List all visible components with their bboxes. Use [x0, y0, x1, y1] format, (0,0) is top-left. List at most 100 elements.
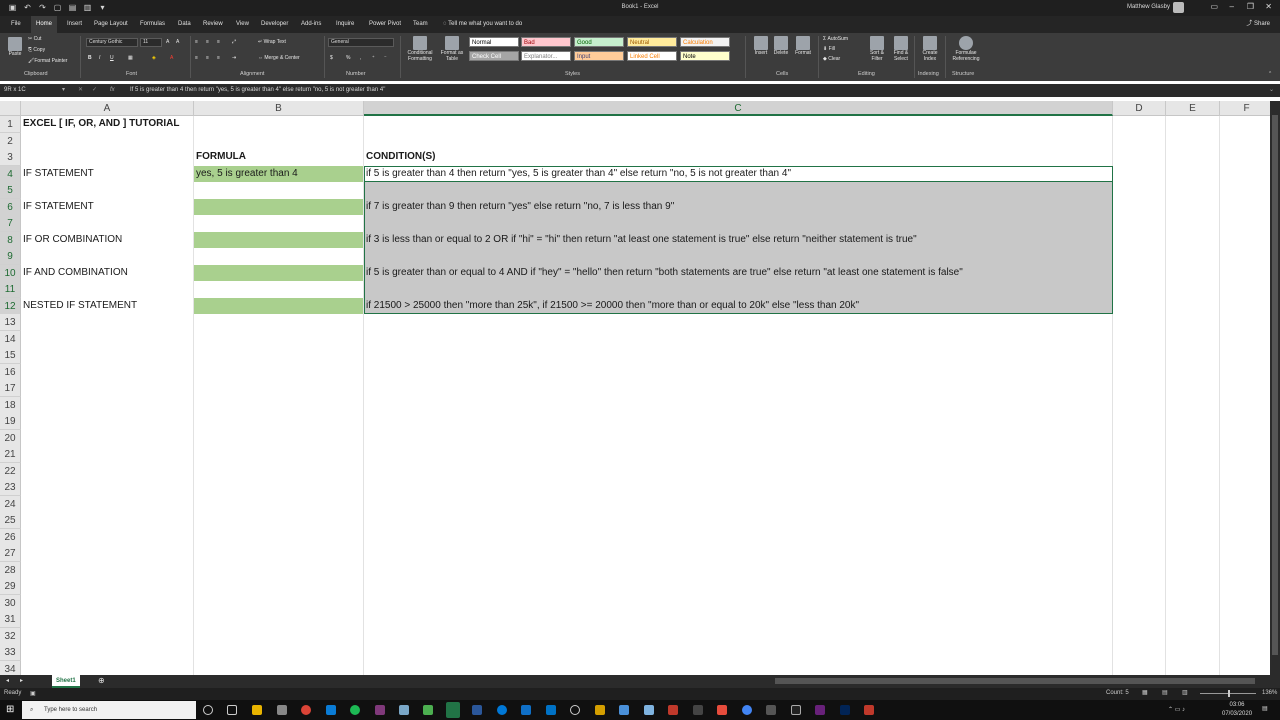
- name-box-dropdown-icon[interactable]: ▾: [62, 86, 65, 93]
- row-header-5[interactable]: 5: [0, 182, 21, 199]
- app-icon-8[interactable]: [717, 705, 727, 715]
- row-header-15[interactable]: 15: [0, 347, 21, 364]
- tab-team[interactable]: Team: [408, 16, 433, 33]
- new-sheet-icon[interactable]: ⊕: [98, 676, 105, 685]
- row-header-8[interactable]: 8: [0, 231, 21, 249]
- cell-style-explanator[interactable]: Explanator...: [521, 51, 571, 61]
- row-header-11[interactable]: 11: [0, 281, 21, 298]
- row-header-18[interactable]: 18: [0, 396, 21, 414]
- visual-studio-icon[interactable]: [815, 705, 825, 715]
- cortana-icon[interactable]: [203, 705, 213, 715]
- row-header-2[interactable]: 2: [0, 132, 21, 150]
- taskbar-search-box[interactable]: ⌕ Type here to search: [22, 701, 196, 719]
- row-header-29[interactable]: 29: [0, 578, 21, 595]
- column-header-e[interactable]: E: [1166, 101, 1220, 116]
- vertical-scroll-thumb[interactable]: [1272, 115, 1278, 655]
- column-header-b[interactable]: B: [194, 101, 364, 116]
- align-right-icon[interactable]: ≡: [217, 55, 220, 61]
- tab-developer[interactable]: Developer: [256, 16, 293, 33]
- cancel-icon[interactable]: ✕: [78, 86, 83, 93]
- mail-icon[interactable]: [546, 705, 556, 715]
- next-sheet-icon[interactable]: ▸: [20, 677, 23, 684]
- row-header-32[interactable]: 32: [0, 627, 21, 645]
- tab-review[interactable]: Review: [198, 16, 228, 33]
- cell-style-note[interactable]: Note: [680, 51, 730, 61]
- format-as-table-button[interactable]: Format as Table: [438, 36, 466, 62]
- horizontal-scrollbar[interactable]: [775, 678, 1255, 684]
- column-header-c[interactable]: C: [364, 101, 1113, 116]
- row-header-33[interactable]: 33: [0, 644, 21, 661]
- column-header-d[interactable]: D: [1113, 101, 1166, 116]
- cell-style-good[interactable]: Good: [574, 37, 624, 47]
- chrome-icon[interactable]: [301, 705, 311, 715]
- orientation-icon[interactable]: ⤢: [232, 39, 236, 45]
- spotify-icon[interactable]: [350, 705, 360, 715]
- clock[interactable]: 03:06 07/03/2020: [1222, 701, 1252, 719]
- find-select-button[interactable]: Find & Select: [890, 36, 912, 62]
- app-icon-3[interactable]: [595, 705, 605, 715]
- macro-record-icon[interactable]: ▣: [30, 690, 36, 697]
- app-icon-7[interactable]: [693, 705, 703, 715]
- row-header-13[interactable]: 13: [0, 314, 21, 331]
- chrome-icon-2[interactable]: [742, 705, 752, 715]
- edge-icon[interactable]: [497, 705, 507, 715]
- row-header-34[interactable]: 34: [0, 660, 21, 675]
- row-header-9[interactable]: 9: [0, 248, 21, 265]
- task-view-icon[interactable]: [227, 705, 237, 715]
- row-header-21[interactable]: 21: [0, 446, 21, 463]
- row-header-7[interactable]: 7: [0, 215, 21, 232]
- fill-button[interactable]: ⬇ Fill: [823, 46, 835, 52]
- row-header-30[interactable]: 30: [0, 594, 21, 612]
- currency-icon[interactable]: $: [330, 55, 333, 61]
- autosum-button[interactable]: Σ AutoSum: [823, 36, 848, 42]
- tab-formulas[interactable]: Formulas: [135, 16, 170, 33]
- tab-file[interactable]: File: [6, 16, 26, 33]
- row-header-26[interactable]: 26: [0, 528, 21, 546]
- number-format-select[interactable]: General: [328, 38, 394, 47]
- cell-c6[interactable]: if 7 is greater than 9 then return "yes"…: [364, 199, 674, 215]
- prev-sheet-icon[interactable]: ◂: [6, 677, 9, 684]
- windows-start-icon[interactable]: ⊞: [6, 704, 14, 715]
- tab-power-pivot[interactable]: Power Pivot: [364, 16, 406, 33]
- onenote-icon[interactable]: [375, 705, 385, 715]
- cell-a1-title[interactable]: EXCEL [ IF, OR, AND ] TUTORIAL: [21, 116, 179, 132]
- minimize-icon[interactable]: –: [1230, 2, 1234, 11]
- formulae-referencing-button[interactable]: Formulae Referencing: [948, 36, 984, 62]
- increase-decimal-icon[interactable]: ⁺: [372, 55, 375, 61]
- format-cells-button[interactable]: Format: [792, 36, 814, 56]
- row-header-22[interactable]: 22: [0, 462, 21, 480]
- cell-c3-header[interactable]: CONDITION(S): [364, 149, 435, 165]
- close-icon[interactable]: ✕: [1265, 2, 1272, 11]
- merge-center-button[interactable]: ⇔ Merge & Center: [258, 55, 300, 61]
- align-top-icon[interactable]: ≡: [195, 39, 198, 45]
- cell-a4[interactable]: IF STATEMENT: [21, 166, 94, 182]
- tab-view[interactable]: View: [231, 16, 254, 33]
- formula-input[interactable]: If 5 is greater than 4 then return "yes,…: [130, 86, 385, 95]
- calendar-icon[interactable]: [521, 705, 531, 715]
- select-all-corner[interactable]: [0, 101, 21, 116]
- page-break-view-icon[interactable]: ▥: [1182, 689, 1188, 696]
- tray-icons[interactable]: ⌃ ▭ ♪: [1168, 706, 1185, 713]
- tab-inquire[interactable]: Inquire: [331, 16, 359, 33]
- underline-icon[interactable]: U: [110, 55, 114, 61]
- user-name[interactable]: Matthew Glasby: [1127, 4, 1170, 10]
- shrink-font-icon[interactable]: A: [176, 39, 179, 45]
- notifications-icon[interactable]: ▤: [1262, 705, 1268, 712]
- avatar[interactable]: [1173, 2, 1184, 13]
- cell-style-input[interactable]: Input: [574, 51, 624, 61]
- ribbon-display-icon[interactable]: ▭: [1210, 2, 1218, 11]
- font-color-icon[interactable]: A: [170, 55, 173, 61]
- row-header-6[interactable]: 6: [0, 198, 21, 216]
- cell-style-normal[interactable]: Normal: [469, 37, 519, 47]
- excel-taskbar-icon[interactable]: [446, 702, 460, 718]
- tell-me-box[interactable]: ◌ Tell me what you want to do: [438, 16, 527, 33]
- row-header-17[interactable]: 17: [0, 380, 21, 397]
- row-header-28[interactable]: 28: [0, 561, 21, 579]
- row-header-24[interactable]: 24: [0, 495, 21, 513]
- cell-b6[interactable]: [194, 199, 363, 215]
- app-icon-9[interactable]: [864, 705, 874, 715]
- app-icon-2[interactable]: [399, 705, 409, 715]
- collapse-ribbon-icon[interactable]: ⌃: [1268, 71, 1272, 77]
- sort-filter-button[interactable]: Sort & Filter: [866, 36, 888, 62]
- cell-c4[interactable]: if 5 is greater than 4 then return "yes,…: [364, 166, 791, 182]
